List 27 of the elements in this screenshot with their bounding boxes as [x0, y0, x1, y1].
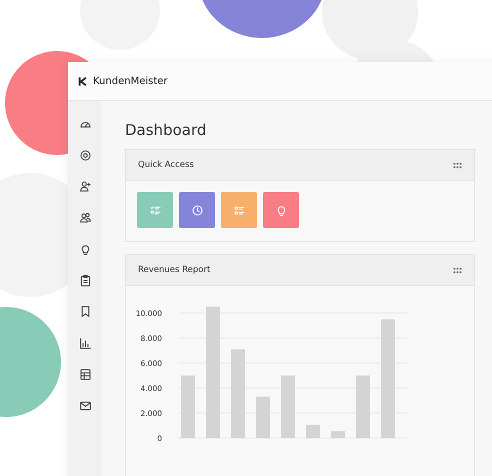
- app-name: KundenMeister: [93, 76, 168, 86]
- grid-icon[interactable]: [453, 266, 462, 274]
- quick-access-button[interactable]: [179, 192, 215, 228]
- user-add-icon: [78, 180, 92, 194]
- bar: [331, 431, 345, 438]
- clock-icon: [190, 204, 204, 216]
- settings-icon: [78, 148, 92, 162]
- mail-icon: [78, 399, 92, 412]
- page-title: Dashboard: [125, 121, 208, 139]
- bookmark-icon: [78, 305, 92, 318]
- logo-icon: [78, 76, 88, 86]
- table-icon: [78, 368, 92, 381]
- bar-chart-icon: [78, 336, 92, 350]
- list-icon: [232, 204, 246, 216]
- bar: [306, 424, 320, 438]
- grid-icon[interactable]: [453, 162, 462, 168]
- bar: [356, 376, 370, 438]
- card-title: Revenues Report: [138, 265, 210, 275]
- bar: [256, 396, 270, 438]
- card-title: Quick Access: [138, 160, 194, 170]
- users-icon: [78, 211, 92, 224]
- bar: [181, 376, 195, 438]
- bar: [281, 376, 295, 438]
- checklist-icon: [148, 204, 162, 216]
- clipboard-icon: [78, 274, 92, 287]
- lightbulb-icon: [274, 204, 288, 216]
- lightbulb-icon: [78, 242, 92, 256]
